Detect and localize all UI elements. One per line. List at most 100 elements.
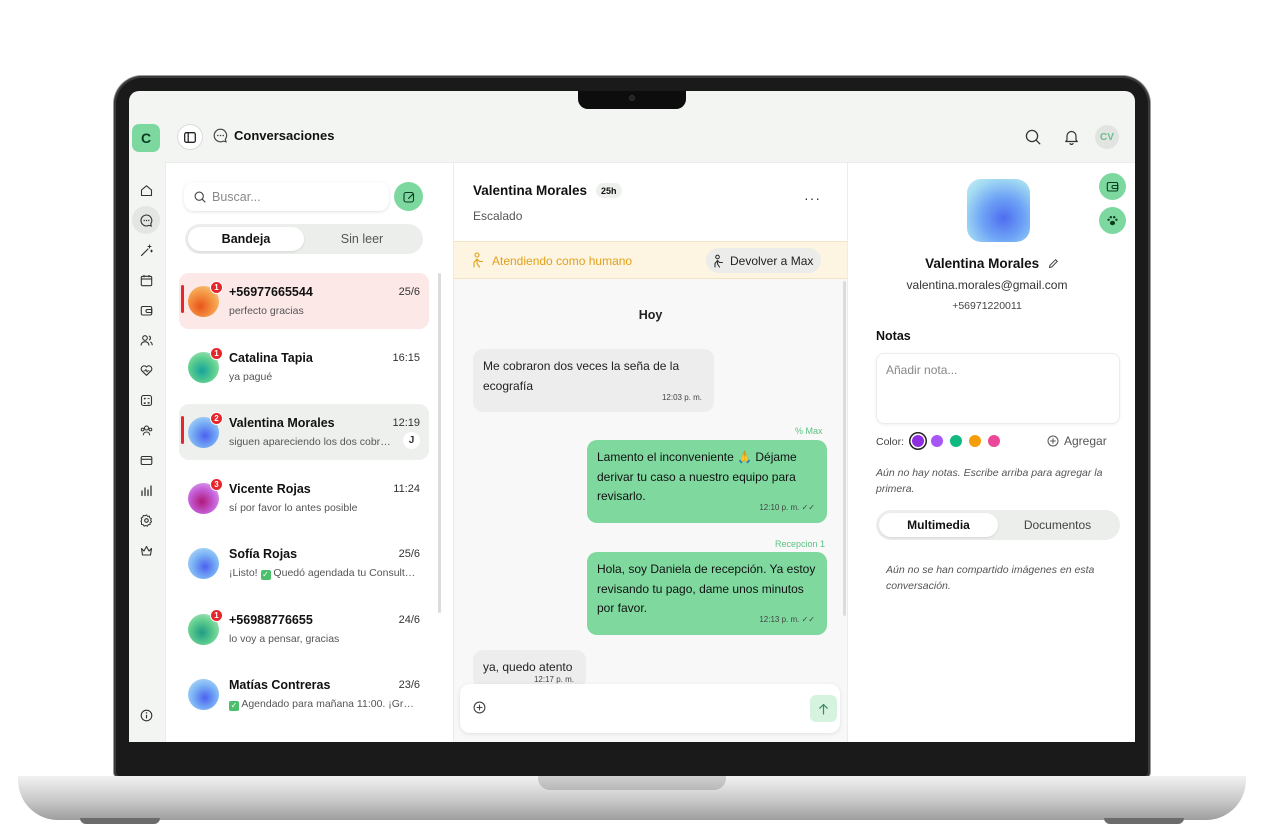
add-note-button[interactable]: Agregar [1047,434,1107,448]
conversation-time: 24/6 [398,614,420,626]
new-conversation-button[interactable] [394,182,423,211]
chat-icon [140,213,152,227]
tab-inbox[interactable]: Bandeja [188,227,304,251]
nav-conversations[interactable] [132,206,160,234]
unread-badge: 2 [210,412,223,425]
page-title: Conversaciones [234,128,335,143]
send-button[interactable] [810,695,837,722]
nav-reports[interactable] [132,476,160,504]
unread-badge: 1 [210,281,223,294]
wallet-icon [1106,181,1119,192]
edit-pencil-icon[interactable] [1048,258,1059,269]
color-swatch-pink[interactable] [988,435,1000,447]
conversation-name: +56977665544 [229,285,313,299]
color-swatch-green[interactable] [950,435,962,447]
contact-avatar [188,548,219,579]
checkmark-icon: ✓ [229,701,239,711]
home-icon [140,184,152,196]
nav-automations[interactable] [132,236,160,264]
card-icon [140,455,152,465]
conversation-item[interactable]: 2 Valentina Morales 12:19 siguen apareci… [179,404,429,460]
tab-multimedia[interactable]: Multimedia [879,513,998,537]
conversation-item[interactable]: Matías Contreras 23/6 ✓ Agendado para ma… [179,666,429,722]
color-swatch-violet[interactable] [931,435,943,447]
nav-calculator[interactable] [132,386,160,414]
nav-calendar[interactable] [132,266,160,294]
nav-help[interactable] [132,701,160,729]
nav-home[interactable] [132,176,160,204]
contact-details-panel: Valentina Morales valentina.morales@gmai… [847,162,1135,742]
tab-unread[interactable]: Sin leer [304,227,420,251]
attach-icon[interactable] [473,701,486,714]
conversation-item[interactable]: 1 +56977665544 25/6 perfecto gracias [179,273,429,329]
conversation-list-panel: Bandeja Sin leer 1 +56977665544 25/6 per… [165,162,454,742]
nav-settings[interactable] [132,506,160,534]
color-swatch-orange[interactable] [969,435,981,447]
chat-options-menu[interactable]: ··· [804,190,821,206]
sender-name: Max [805,426,823,436]
chat-bubble-icon [213,128,228,143]
nav-team[interactable] [132,416,160,444]
human-handoff-text: Atendiendo como humano [492,254,633,268]
conversation-time: 23/6 [398,679,420,691]
message-time: 12:03 p. m. [661,392,702,402]
search-icon [1025,129,1041,145]
message-input[interactable] [496,699,796,713]
conversation-preview: sí por favor lo antes posible [229,502,358,514]
bell-icon [1064,130,1078,145]
camera-icon [629,95,635,101]
conversation-item[interactable]: Sofía Rojas 25/6 ¡Listo! ✓ Quedó agendad… [179,535,429,591]
page-title-group: Conversaciones [213,128,334,143]
chat-scrollbar[interactable] [843,281,846,616]
preview-text: Quedó agendada tu Consulta general [273,567,419,579]
urgent-flag [181,285,184,313]
attachments-tabs: Multimedia Documentos [876,510,1120,540]
outgoing-message: Lamento el inconveniente 🙏 Déjame deriva… [587,440,827,523]
color-swatch-purple[interactable] [912,435,924,447]
message-composer [460,684,840,733]
nav-billing[interactable] [132,446,160,474]
message-time: 12:13 p. m. ✓✓ [759,615,815,624]
nav-health[interactable] [132,356,160,384]
user-avatar[interactable]: CV [1095,125,1119,149]
incoming-message: ya, quedo atento 12:17 p. m. [473,650,586,688]
search-icon [194,191,206,203]
plus-circle-icon [1047,435,1059,447]
nav-contacts[interactable] [132,326,160,354]
checkmark-icon: ✓ [260,570,271,580]
global-search-button[interactable] [1022,126,1044,148]
sidebar-toggle-button[interactable] [177,124,203,150]
contact-phone: +56971220011 [952,300,1022,312]
conversation-item[interactable]: 3 Vicente Rojas 11:24 sí por favor lo an… [179,470,429,526]
assigned-agent-badge: J [403,432,420,449]
nav-premium[interactable] [132,536,160,564]
payments-shortcut-button[interactable] [1099,173,1126,200]
conversation-name: Catalina Tapia [229,351,313,365]
conversation-name: +56988776655 [229,613,313,627]
list-scrollbar[interactable] [438,273,441,613]
heart-icon [140,364,152,376]
note-input[interactable] [876,353,1120,424]
sender-name: Recepcion 1 [775,539,826,549]
conversation-time: 16:15 [392,352,420,364]
conversation-preview: ¡Listo! ✓ Quedó agendada tu Consulta gen… [229,567,419,580]
chat-contact-name: Valentina Morales [473,183,588,198]
laptop-foot [80,818,160,824]
unread-badge: 1 [210,347,223,360]
message-text: Lamento el inconveniente 🙏 Déjame deriva… [597,450,797,503]
return-to-bot-label: Devolver a Max [730,253,814,268]
conversation-time: 12:19 [392,417,420,429]
conversation-item[interactable]: 1 Catalina Tapia 16:15 ya pagué [179,339,429,395]
pets-shortcut-button[interactable] [1099,207,1126,234]
sidebar-toggle-icon [184,131,196,143]
bot-icon: % [795,426,804,436]
nav-payments[interactable] [132,296,160,324]
contact-email: valentina.morales@gmail.com [906,278,1068,292]
conversation-item[interactable]: 1 +56988776655 24/6 lo voy a pensar, gra… [179,601,429,657]
search-input[interactable] [212,189,372,204]
tab-documents[interactable]: Documentos [998,513,1117,537]
return-to-bot-button[interactable]: Devolver a Max [706,248,822,273]
app-logo[interactable]: C [132,124,160,152]
notifications-button[interactable] [1060,126,1082,148]
urgent-flag [181,416,184,444]
